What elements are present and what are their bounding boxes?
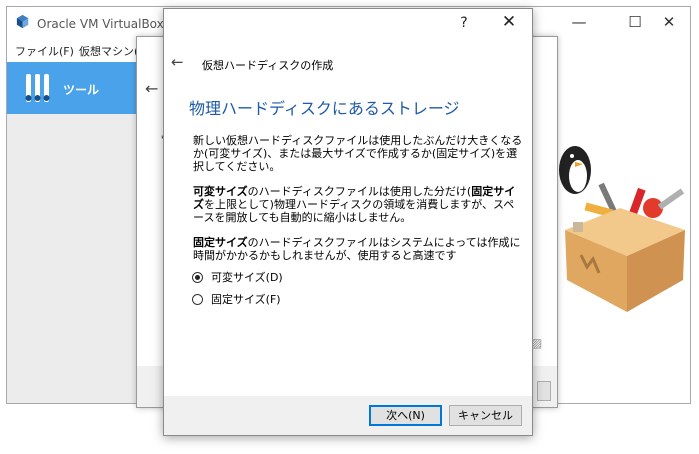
radio-dynamic-size[interactable]: 可変サイズ(D): [192, 269, 283, 285]
page-title: 物理ハードディスクにあるストレージ: [189, 99, 460, 118]
radio-button[interactable]: [192, 293, 203, 305]
virtualbox-logo-icon: [16, 14, 29, 29]
maximize-icon[interactable]: ☐: [625, 13, 645, 31]
radio-button-checked[interactable]: [192, 271, 203, 283]
radio-fixed-size[interactable]: 固定サイズ(F): [192, 291, 281, 307]
main-window-title: Oracle VM VirtualBox マ: [37, 17, 180, 31]
close-button[interactable]: ✕: [498, 12, 520, 32]
help-button[interactable]: ?: [456, 15, 472, 31]
sidebar: ツール: [7, 62, 138, 403]
wizard-title: 仮想ハードディスクの作成: [202, 59, 334, 72]
dynamic-size-term: 可変サイズ: [193, 185, 248, 198]
menu-file[interactable]: ファイル(F): [15, 43, 74, 59]
menu-machine[interactable]: 仮想マシン(: [79, 43, 138, 59]
tools-icon: [25, 74, 50, 102]
dynamic-size-text-2: を上限として)物理ハードディスクの領域を消費しますが、スペースを開放しても自動的…: [193, 198, 515, 224]
radio-label: 可変サイズ(D): [211, 271, 283, 284]
background-dialog-button[interactable]: [537, 381, 551, 401]
next-button[interactable]: 次へ(N): [369, 405, 442, 426]
cancel-button[interactable]: キャンセル: [449, 405, 522, 426]
fixed-size-term: 固定サイズ: [193, 236, 248, 249]
create-virtual-hard-disk-dialog: ? ✕ ← 仮想ハードディスクの作成 物理ハードディスクにあるストレージ 新しい…: [163, 8, 533, 436]
close-icon[interactable]: ✕: [659, 13, 679, 31]
back-arrow-icon[interactable]: ←: [171, 53, 184, 71]
sidebar-item-tools[interactable]: ツール: [7, 62, 138, 114]
dynamic-size-text: のハードディスクファイルは使用した分だけ(: [247, 185, 472, 198]
radio-label: 固定サイズ(F): [211, 293, 281, 306]
sidebar-item-label: ツール: [63, 83, 100, 97]
dynamic-size-description: 可変サイズのハードディスクファイルは使用した分だけ(固定サイズを上限として)物理…: [193, 185, 523, 224]
description-paragraph: 新しい仮想ハードディスクファイルは使用したぶんだけ大きくなるか(可変サイズ)、ま…: [193, 134, 523, 173]
fixed-size-description: 固定サイズのハードディスクファイルはシステムによっては作成に時間がかかるかもしれ…: [193, 236, 523, 262]
minimize-icon[interactable]: —: [569, 13, 589, 31]
toolbox-illustration: [559, 146, 685, 312]
back-arrow-icon[interactable]: ←: [145, 79, 158, 98]
